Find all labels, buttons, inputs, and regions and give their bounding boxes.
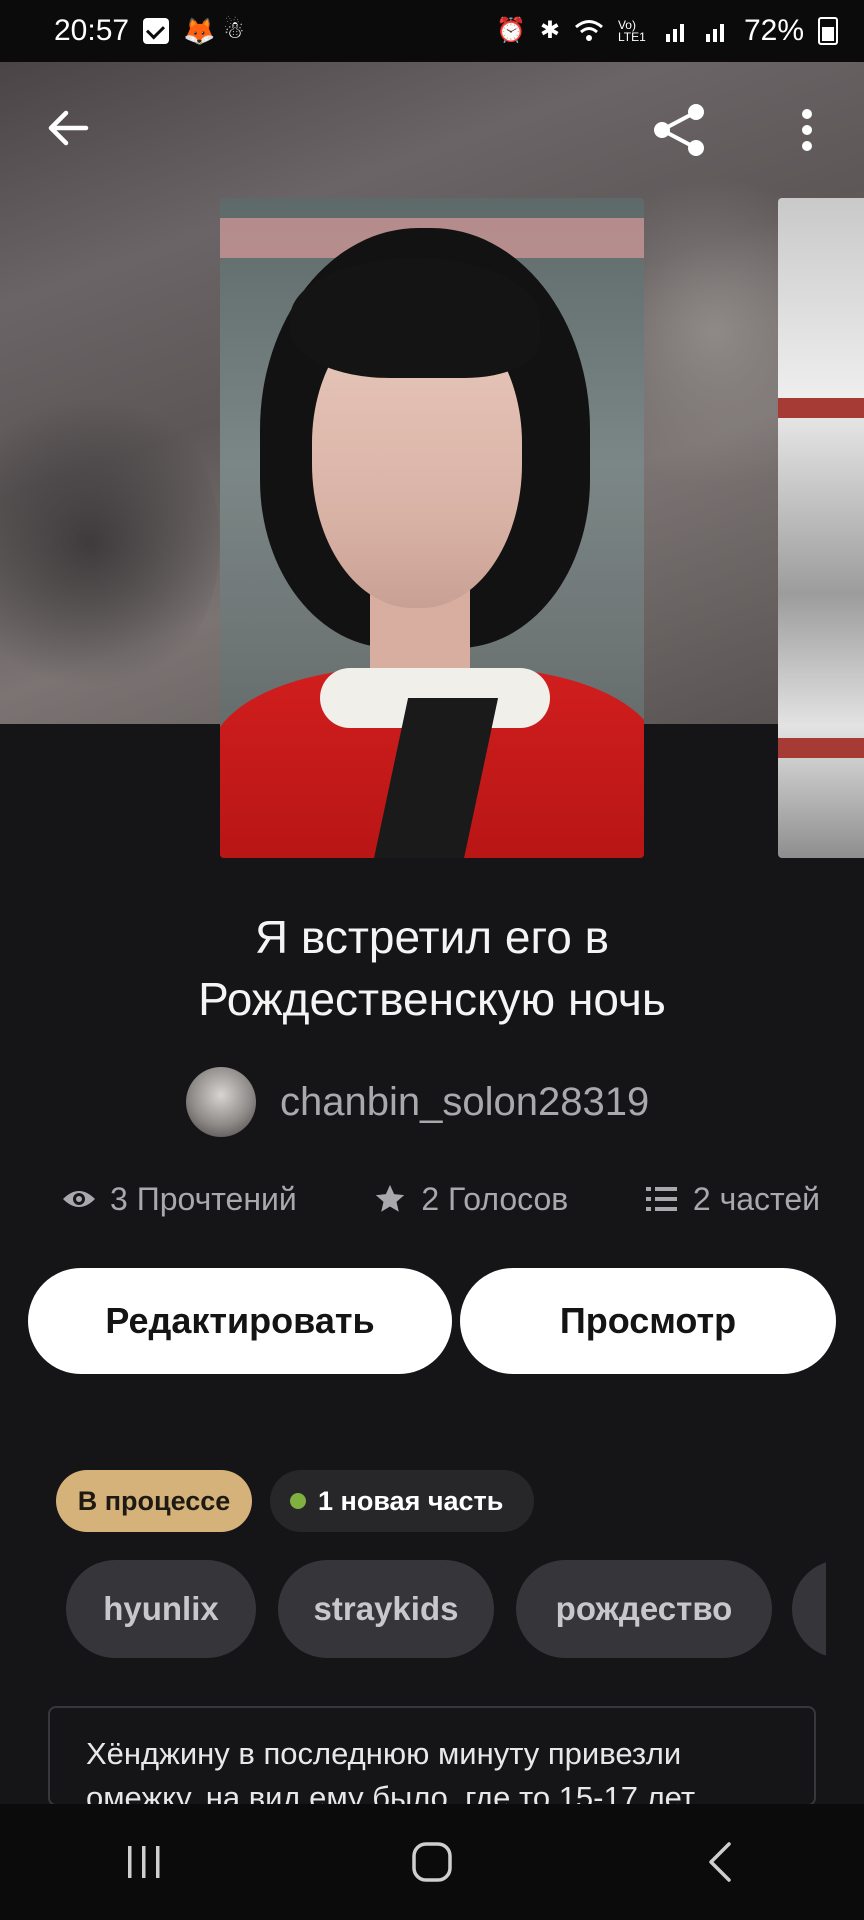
- network-type-label: Vo) LTE1: [617, 18, 646, 44]
- signal-icon-1: [665, 24, 684, 42]
- story-title-line1: Я встретил его в: [254, 911, 610, 963]
- arrow-left-icon: [48, 110, 89, 146]
- home-button[interactable]: [392, 1822, 472, 1902]
- list-icon: [643, 1180, 681, 1218]
- stat-reads: 3 Прочтений: [60, 1180, 297, 1218]
- reads-count: 3 Прочтений: [110, 1180, 297, 1217]
- view-button[interactable]: Просмотр: [460, 1268, 836, 1374]
- tag-chip[interactable]: hyunlix: [66, 1560, 256, 1658]
- back-nav-button[interactable]: [680, 1822, 760, 1902]
- cover-stripe: [778, 738, 864, 758]
- recent-apps-icon: [128, 1846, 160, 1878]
- tag-chip-overflow[interactable]: [792, 1560, 826, 1658]
- story-cover-image[interactable]: [220, 198, 644, 858]
- cover-fringe: [290, 258, 540, 378]
- more-vertical-icon: [802, 109, 812, 151]
- bluetooth-icon: ✱: [539, 17, 560, 44]
- home-icon: [412, 1842, 452, 1882]
- share-button[interactable]: [648, 98, 712, 162]
- tag-chip[interactable]: рождество: [516, 1560, 772, 1658]
- parts-count: 2 частей: [692, 1180, 820, 1217]
- status-right: ⏰ ✱ Vo) LTE1 72%: [496, 14, 838, 48]
- checklist-notification-icon: [143, 18, 170, 44]
- story-title-line2: Рождественскую ночь: [198, 973, 666, 1025]
- story-title: Я встретил его в Рождественскую ночь: [60, 906, 804, 1030]
- new-part-badge: 1 новая часть: [270, 1470, 534, 1532]
- eye-icon: [60, 1180, 98, 1218]
- app-notification-icon: ☃: [223, 17, 245, 44]
- edit-button[interactable]: Редактировать: [28, 1268, 452, 1374]
- more-options-button[interactable]: [782, 100, 832, 160]
- status-left: 20:57 🦊 ☃: [54, 14, 249, 48]
- new-part-label: 1 новая часть: [318, 1485, 504, 1516]
- author-link[interactable]: chanbin_solon28319: [186, 1066, 649, 1138]
- tag-chip[interactable]: straykids: [278, 1560, 494, 1658]
- next-story-cover[interactable]: [778, 198, 864, 858]
- in-progress-badge: В процессе: [56, 1470, 252, 1532]
- system-nav-bar: [0, 1804, 864, 1920]
- author-name: chanbin_solon28319: [280, 1079, 650, 1124]
- back-button[interactable]: [40, 100, 96, 156]
- description-text: Хёнджину в последнюю минуту привезли оме…: [86, 1736, 696, 1806]
- author-avatar: [186, 1067, 256, 1137]
- star-icon: [371, 1180, 409, 1218]
- signal-icon-2: [705, 24, 724, 42]
- chevron-left-icon: [709, 1842, 731, 1882]
- backdrop-shadow: [0, 382, 220, 702]
- cover-stripe: [778, 398, 864, 418]
- fox-app-icon: 🦊: [183, 16, 216, 46]
- wifi-icon: [574, 20, 603, 41]
- story-stats: 3 Прочтений 2 Голосов 2 частей: [60, 1180, 820, 1218]
- votes-count: 2 Голосов: [421, 1180, 569, 1217]
- tag-list: hyunlix straykids рождество: [66, 1560, 826, 1658]
- battery-percent: 72%: [743, 14, 804, 47]
- story-description[interactable]: Хёнджину в последнюю минуту привезли оме…: [48, 1706, 816, 1806]
- stat-parts: 2 частей: [643, 1180, 820, 1218]
- battery-icon: [818, 17, 838, 45]
- alarm-icon: ⏰: [495, 17, 526, 44]
- share-icon: [654, 104, 704, 156]
- new-dot-icon: [290, 1493, 306, 1509]
- recent-apps-button[interactable]: [104, 1822, 184, 1902]
- status-bar: 20:57 🦊 ☃ ⏰ ✱ Vo) LTE1 72%: [0, 0, 864, 62]
- status-time: 20:57: [54, 14, 130, 47]
- stat-votes: 2 Голосов: [371, 1180, 568, 1218]
